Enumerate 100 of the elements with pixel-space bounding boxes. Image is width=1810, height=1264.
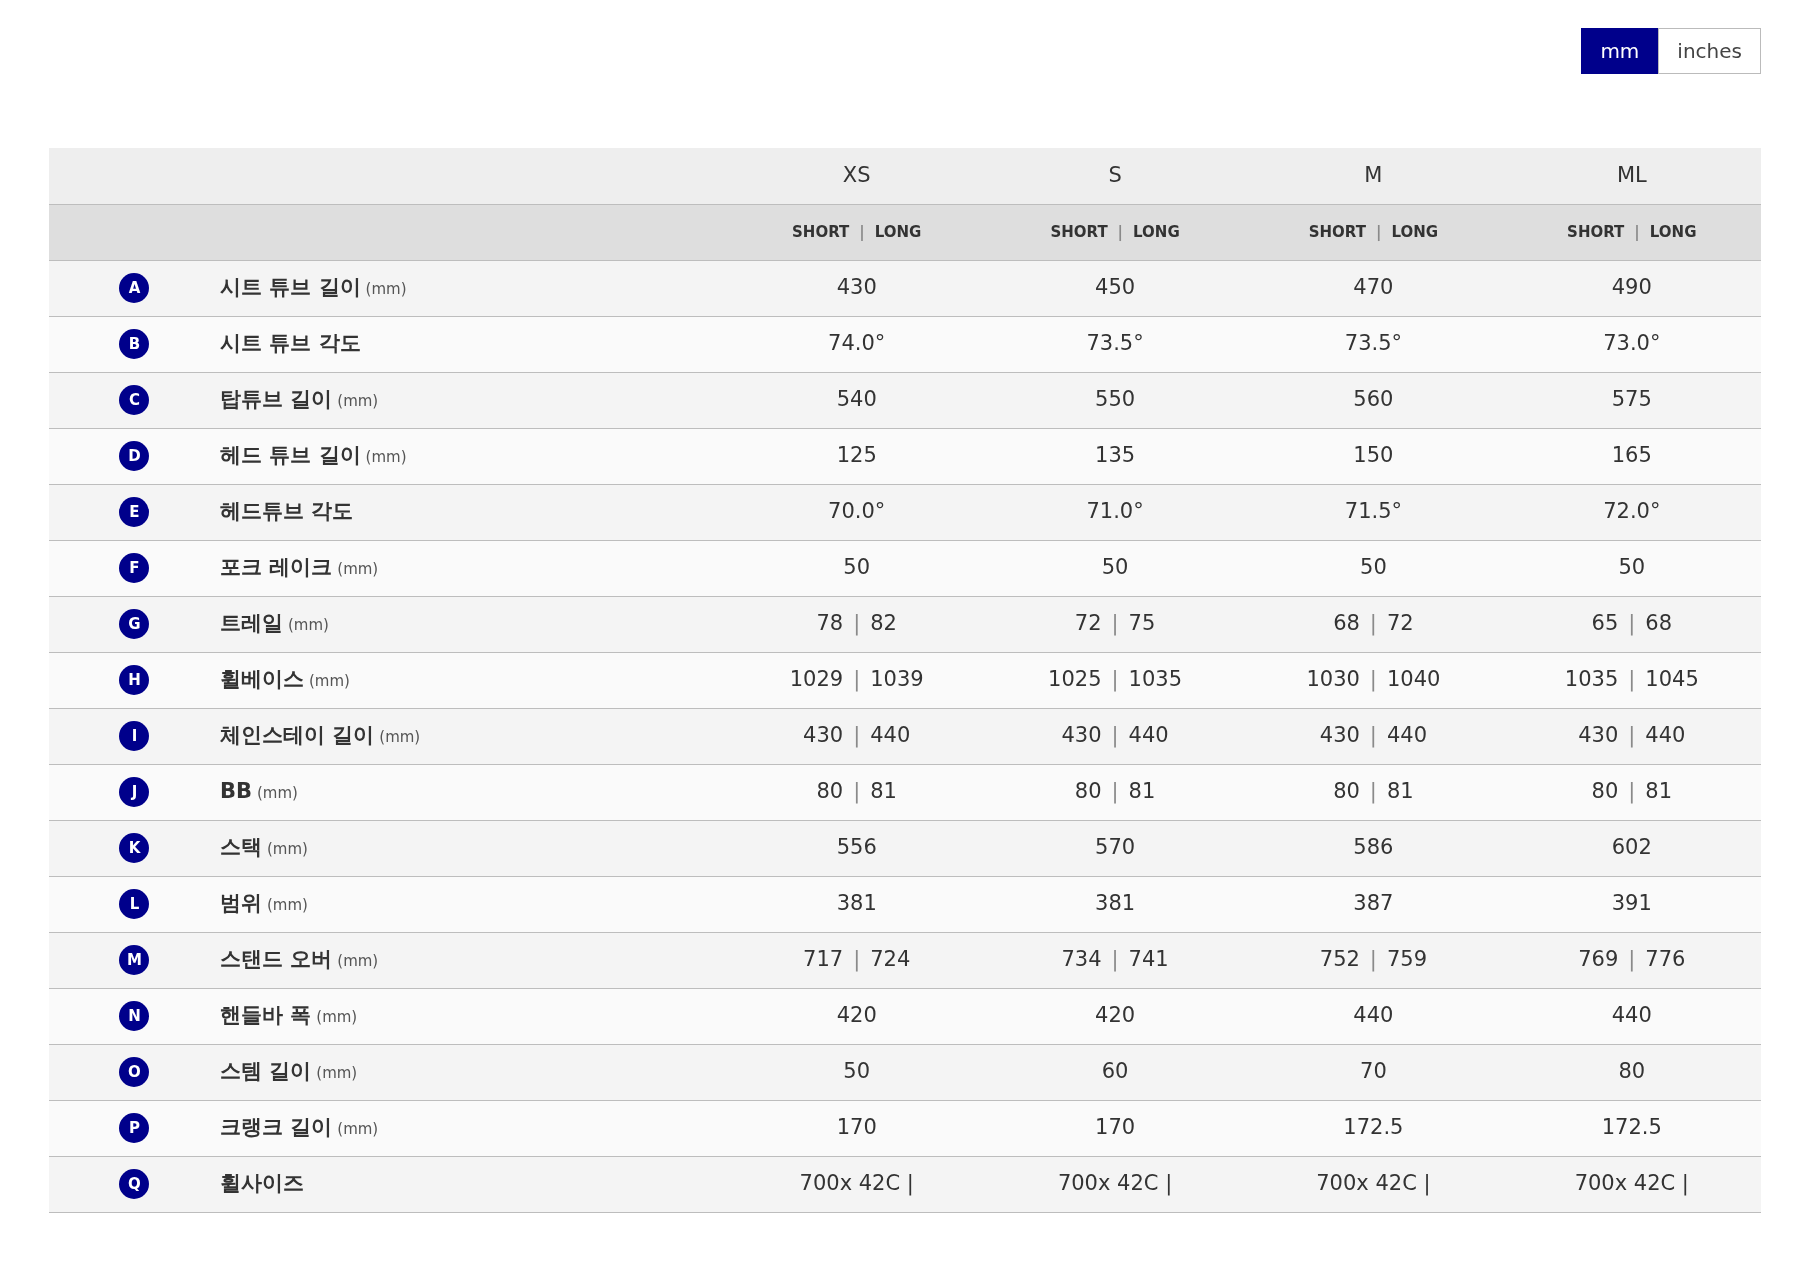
table-value: 125	[836, 442, 877, 470]
separator: |	[1369, 667, 1377, 692]
row-label: 스탠드 오버	[219, 947, 333, 972]
unit-label: (mm)	[267, 896, 308, 915]
table-value: 50	[1618, 554, 1646, 582]
table-value: 1035	[1564, 666, 1619, 694]
table-value: 74.0°	[828, 330, 886, 358]
table-value: 1045	[1645, 666, 1699, 694]
table-value: 78	[815, 610, 844, 638]
table-value: 65	[1590, 610, 1619, 638]
letter-badge: E	[119, 497, 150, 527]
short-label: SHORT	[1567, 222, 1625, 241]
separator: |	[859, 222, 865, 241]
table-value: 80	[1073, 778, 1102, 806]
table-value: 540	[836, 386, 877, 414]
letter-badge: B	[119, 329, 150, 359]
letter-badge: L	[119, 889, 150, 919]
table-value: 381	[836, 890, 877, 918]
table-value: 72	[1073, 610, 1102, 638]
unit-label: (mm)	[365, 448, 407, 467]
table-value: 556	[836, 834, 877, 862]
table-value: 700x 42C |	[1057, 1170, 1173, 1198]
long-label: LONG	[1133, 222, 1180, 241]
separator: |	[853, 779, 861, 804]
table-value: 575	[1611, 386, 1652, 414]
table-value: 68	[1645, 610, 1674, 638]
unit-label: (mm)	[267, 840, 308, 859]
letter-badge: C	[119, 385, 150, 415]
table-value: 165	[1611, 442, 1652, 470]
table-value: 82	[870, 610, 898, 638]
letter-badge: H	[119, 665, 150, 695]
table-value: 71.0°	[1086, 498, 1144, 526]
table-value: 1030	[1306, 666, 1360, 694]
separator: |	[1111, 947, 1119, 972]
table-value: 72.0°	[1603, 498, 1661, 526]
table-value: 80	[1590, 778, 1619, 806]
row-label: 포크 레이크	[219, 555, 333, 580]
table-value: 73.0°	[1603, 330, 1661, 358]
table-value: 769	[1577, 946, 1619, 974]
table-value: 68	[1332, 610, 1360, 638]
table-value: 1040	[1386, 666, 1441, 694]
unit-label: (mm)	[288, 616, 329, 635]
table-value: 73.5°	[1086, 330, 1144, 358]
separator: |	[1111, 779, 1119, 804]
table-value: 741	[1128, 946, 1170, 974]
long-label: LONG	[1649, 222, 1697, 241]
separator: |	[853, 723, 861, 748]
table-value: 150	[1353, 442, 1394, 470]
letter-badge: F	[119, 553, 150, 583]
size-header: XS	[842, 163, 871, 187]
table-value: 430	[1577, 722, 1619, 750]
table-value: 81	[1386, 778, 1415, 806]
letter-badge: G	[119, 609, 150, 639]
letter-badge: K	[119, 833, 150, 863]
table-value: 170	[836, 1114, 877, 1142]
short-label: SHORT	[792, 222, 850, 241]
unit-label: (mm)	[337, 1120, 379, 1139]
row-label: 체인스테이 길이	[219, 723, 375, 748]
table-value: 135	[1095, 442, 1136, 470]
separator: |	[1369, 947, 1377, 972]
letter-badge: P	[119, 1113, 150, 1143]
separator: |	[1375, 222, 1382, 241]
table-value: 50	[1101, 554, 1129, 582]
table-value: 440	[870, 722, 912, 750]
row-label: 스택	[219, 835, 262, 860]
table-value: 602	[1611, 834, 1652, 862]
unit-label: (mm)	[257, 784, 298, 803]
row-label: 크랭크 길이	[219, 1115, 333, 1140]
table-value: 81	[1128, 778, 1157, 806]
separator: |	[853, 667, 861, 692]
table-value: 172.5	[1343, 1114, 1404, 1142]
row-label: 헤드 튜브 길이	[219, 443, 361, 468]
table-value: 440	[1386, 722, 1429, 750]
table-value: 1039	[870, 666, 924, 694]
separator: |	[1117, 222, 1124, 241]
letter-badge: O	[119, 1057, 150, 1087]
table-value: 60	[1101, 1058, 1129, 1086]
table-value: 430	[836, 274, 877, 302]
table-value: 700x 42C |	[1316, 1170, 1431, 1198]
letter-badge: N	[119, 1001, 150, 1031]
table-value: 391	[1611, 890, 1652, 918]
unit-toggle-button[interactable]: inches	[1658, 28, 1761, 74]
table-value: 440	[1611, 1002, 1652, 1030]
table-value: 776	[1645, 946, 1687, 974]
table-value: 450	[1095, 274, 1136, 302]
unit-toggle-button[interactable]: mm	[1581, 28, 1659, 74]
short-label: SHORT	[1050, 222, 1108, 241]
table-value: 490	[1611, 274, 1652, 302]
unit-label: (mm)	[365, 280, 407, 299]
letter-badge: Q	[119, 1169, 150, 1199]
letter-badge: D	[119, 441, 150, 471]
unit-label: (mm)	[379, 728, 421, 747]
long-label: LONG	[1391, 222, 1439, 241]
separator: |	[853, 611, 861, 636]
table-value: 420	[836, 1002, 877, 1030]
table-value: 80	[815, 778, 844, 806]
row-label: 시트 튜브 각도	[219, 331, 361, 356]
unit-label: (mm)	[309, 672, 350, 691]
table-value: 440	[1353, 1002, 1394, 1030]
table-value: 1035	[1128, 666, 1183, 694]
